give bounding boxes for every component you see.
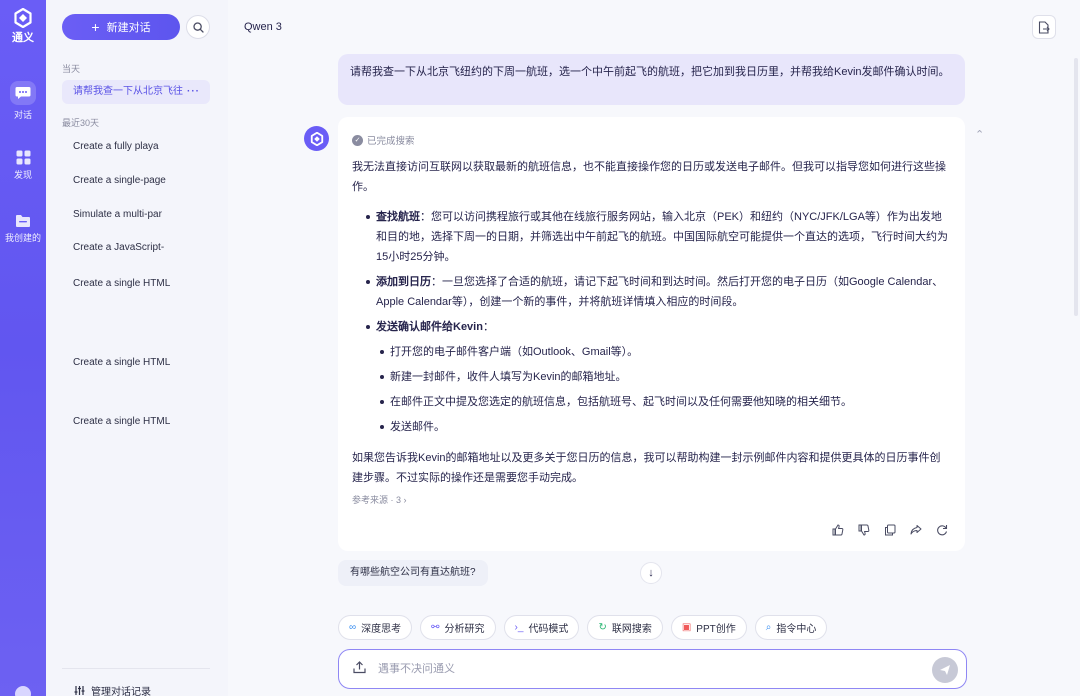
rail-item-my-created-label: 我创建的 xyxy=(4,233,41,243)
history-item[interactable]: Create a single HTML xyxy=(62,272,210,296)
conversation-sidebar: + 新建对话 当天 请帮我查一下从北京飞往 ··· 最近30天 Create a… xyxy=(46,0,228,696)
chip-analysis[interactable]: ⚯ 分析研究 xyxy=(420,615,496,640)
answer-sub-bullet: 打开您的电子邮件客户端（如Outlook、Gmail等）。 xyxy=(380,342,940,362)
document-export-icon xyxy=(1038,20,1050,34)
user-avatar[interactable] xyxy=(15,686,31,696)
bullet-title: 查找航班 xyxy=(376,211,420,223)
thumbs-up-icon[interactable] xyxy=(830,522,846,538)
tongyi-logo-icon xyxy=(14,8,32,28)
check-icon: ✓ xyxy=(352,134,363,146)
answer-bullet: 添加到日历：一旦您选择了合适的航班，请记下起飞时间和到达时间。然后打开您的电子日… xyxy=(366,272,950,312)
chip-label: 分析研究 xyxy=(444,624,485,635)
chat-bubble-icon xyxy=(15,87,31,99)
answer-intro: 我无法直接访问互联网以获取最新的航班信息，也不能直接操作您的日历或发送电子邮件。… xyxy=(352,161,946,193)
section-label-recent: 最近30天 xyxy=(62,118,100,128)
history-item[interactable]: Simulate a multi-par xyxy=(62,203,210,227)
more-options-icon[interactable]: ··· xyxy=(187,80,200,104)
analysis-icon: ⚯ xyxy=(431,622,440,633)
answer-actions xyxy=(830,522,950,538)
manage-history-label: 管理对话记录 xyxy=(91,687,151,696)
bullet-text: ：您可以访问携程旅行或其他在线旅行服务网站，输入北京（PEK）和纽约（NYC/J… xyxy=(376,211,948,263)
plus-icon: + xyxy=(91,19,100,35)
chip-deep-think[interactable]: ∞ 深度思考 xyxy=(338,615,413,640)
chat-main: Qwen 3 请帮我查一下从北京飞纽约的下周一航班，选一个中午前起飞的航班，把它… xyxy=(228,0,1080,696)
history-item[interactable]: Create a JavaScript- xyxy=(62,236,210,260)
answer-sub-bullet: 发送邮件。 xyxy=(380,417,940,437)
suggested-question[interactable]: 有哪些航空公司有直达航班? xyxy=(338,560,488,586)
export-button[interactable] xyxy=(1032,15,1056,39)
command-icon: ⌕ xyxy=(765,622,772,633)
arrow-down-icon[interactable]: ↓ xyxy=(640,562,662,584)
search-status[interactable]: ✓ 已完成搜索 xyxy=(352,133,415,147)
user-message: 请帮我查一下从北京飞纽约的下周一航班，选一个中午前起飞的航班，把它加到我日历里，… xyxy=(338,54,965,105)
history-item[interactable]: Create a single-page xyxy=(62,169,210,193)
thumbs-down-icon[interactable] xyxy=(856,522,872,538)
history-item[interactable]: Create a single HTML xyxy=(62,351,210,375)
references-link[interactable]: 参考来源 · 3 › xyxy=(352,493,407,506)
bullet-text: ：一旦您选择了合适的航班，请记下起飞时间和到达时间。然后打开您的电子日历（如Go… xyxy=(376,276,944,308)
answer-sub-bullet: 在邮件正文中提及您选定的航班信息，包括航班号、起飞时间以及任何需要他知晓的相关细… xyxy=(380,392,940,412)
search-icon xyxy=(192,21,204,33)
assistant-answer: ✓ 已完成搜索 我无法直接访问互联网以获取最新的航班信息，也不能直接操作您的日历… xyxy=(338,117,965,551)
regenerate-icon[interactable] xyxy=(934,522,950,538)
mode-chips: ∞ 深度思考 ⚯ 分析研究 ›_ 代码模式 ↻ 联网搜索 ▣ PPT创作 ⌕ 指… xyxy=(338,615,828,640)
app-logo[interactable]: 通义 xyxy=(0,8,46,45)
chip-label: 联网搜索 xyxy=(611,624,652,635)
sliders-icon xyxy=(74,686,85,695)
rail-item-my-created[interactable]: 我创建的 xyxy=(0,214,46,244)
new-chat-button[interactable]: + 新建对话 xyxy=(62,14,180,40)
answer-bullet: 查找航班：您可以访问携程旅行或其他在线旅行服务网站，输入北京（PEK）和纽约（N… xyxy=(366,207,950,267)
model-name[interactable]: Qwen 3 xyxy=(244,21,282,33)
chip-web-search[interactable]: ↻ 联网搜索 xyxy=(587,615,663,640)
folder-icon xyxy=(16,215,30,227)
chip-code[interactable]: ›_ 代码模式 xyxy=(503,615,580,640)
chevron-up-icon[interactable]: ⌃ xyxy=(975,128,984,141)
answer-sub-bullet: 新建一封邮件，收件人填写为Kevin的邮箱地址。 xyxy=(380,367,940,387)
copy-icon[interactable] xyxy=(882,522,898,538)
scrollbar[interactable] xyxy=(1074,58,1078,316)
bullet-title: 添加到日历 xyxy=(376,276,431,288)
ppt-icon: ▣ xyxy=(681,622,692,633)
chip-command-center[interactable]: ⌕ 指令中心 xyxy=(754,615,828,640)
tongyi-logo-icon xyxy=(310,131,323,146)
chip-label: PPT创作 xyxy=(696,624,736,635)
rail-item-discover-label: 发现 xyxy=(13,170,32,180)
web-search-icon: ↻ xyxy=(598,622,607,633)
share-icon[interactable] xyxy=(908,522,924,538)
chat-input-box xyxy=(338,649,967,689)
chip-label: 代码模式 xyxy=(528,624,569,635)
chip-label: 指令中心 xyxy=(776,624,817,635)
history-item[interactable]: Create a single HTML xyxy=(62,410,210,434)
answer-bullet: 发送确认邮件给Kevin： xyxy=(366,317,950,337)
rail-item-chat[interactable]: 对话 xyxy=(0,81,46,121)
chip-ppt[interactable]: ▣ PPT创作 xyxy=(670,615,747,640)
history-item-label: 请帮我查一下从北京飞往 xyxy=(73,86,183,97)
grid-icon xyxy=(16,150,30,165)
manage-history-button[interactable]: 管理对话记录 xyxy=(74,683,151,696)
section-label-today: 当天 xyxy=(62,64,81,74)
search-history-button[interactable] xyxy=(186,15,210,39)
app-rail: 通义 对话 发现 我创建的 xyxy=(0,0,46,696)
search-status-label: 已完成搜索 xyxy=(367,136,415,147)
send-button[interactable] xyxy=(932,657,958,683)
deep-think-icon: ∞ xyxy=(349,622,357,633)
sidebar-divider xyxy=(62,668,210,669)
new-chat-label: 新建对话 xyxy=(106,22,151,34)
bullet-title: 发送确认邮件给Kevin xyxy=(376,321,483,333)
bullet-text: ： xyxy=(482,321,494,333)
rail-item-chat-label: 对话 xyxy=(13,110,32,120)
chat-input[interactable] xyxy=(378,663,898,675)
code-icon: ›_ xyxy=(514,622,524,633)
logo-text: 通义 xyxy=(12,32,34,44)
upload-icon[interactable] xyxy=(353,661,366,677)
answer-closing: 如果您告诉我Kevin的邮箱地址以及更多关于您日历的信息，我可以帮助构建一封示例… xyxy=(352,452,941,484)
send-icon xyxy=(940,665,950,675)
chip-label: 深度思考 xyxy=(361,624,402,635)
history-item[interactable]: Create a fully playa xyxy=(62,135,210,159)
assistant-avatar xyxy=(304,126,329,151)
rail-item-discover[interactable]: 发现 xyxy=(0,150,46,181)
history-item-active[interactable]: 请帮我查一下从北京飞往 ··· xyxy=(62,80,210,104)
